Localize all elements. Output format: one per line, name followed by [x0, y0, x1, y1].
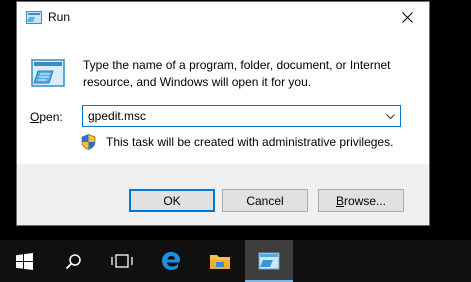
windows-start-icon	[15, 252, 33, 270]
edge-browser-icon	[162, 252, 180, 270]
title-bar[interactable]: Run	[17, 2, 429, 32]
task-view-button[interactable]	[98, 240, 146, 282]
admin-notice: This task will be created with administr…	[106, 135, 394, 149]
cancel-button[interactable]: Cancel	[222, 189, 308, 212]
open-label: Open:	[30, 110, 63, 124]
file-explorer-icon	[210, 254, 230, 269]
browse-button[interactable]: Browse...	[318, 189, 404, 212]
open-combobox[interactable]: gpedit.msc	[82, 105, 401, 127]
ok-button[interactable]: OK	[129, 189, 215, 212]
window-title: Run	[48, 10, 71, 24]
search-button[interactable]	[49, 240, 97, 282]
description-text: Type the name of a program, folder, docu…	[83, 58, 391, 89]
file-explorer-button[interactable]	[196, 240, 244, 282]
run-large-icon	[31, 59, 65, 89]
task-view-icon	[111, 254, 133, 268]
run-taskbar-button[interactable]	[245, 240, 293, 282]
edge-button[interactable]	[147, 240, 195, 282]
close-button[interactable]	[385, 2, 429, 32]
search-icon	[65, 253, 81, 269]
run-app-icon	[258, 252, 280, 270]
run-dialog: Run Type the name of a program, folder, …	[16, 1, 430, 226]
run-icon	[26, 11, 42, 24]
dialog-body: Type the name of a program, folder, docu…	[17, 32, 429, 225]
open-input[interactable]: gpedit.msc	[88, 109, 146, 123]
chevron-down-icon[interactable]	[385, 111, 396, 122]
start-button[interactable]	[0, 240, 48, 282]
taskbar	[0, 240, 471, 282]
uac-shield-icon	[81, 134, 96, 150]
close-icon	[401, 11, 413, 23]
